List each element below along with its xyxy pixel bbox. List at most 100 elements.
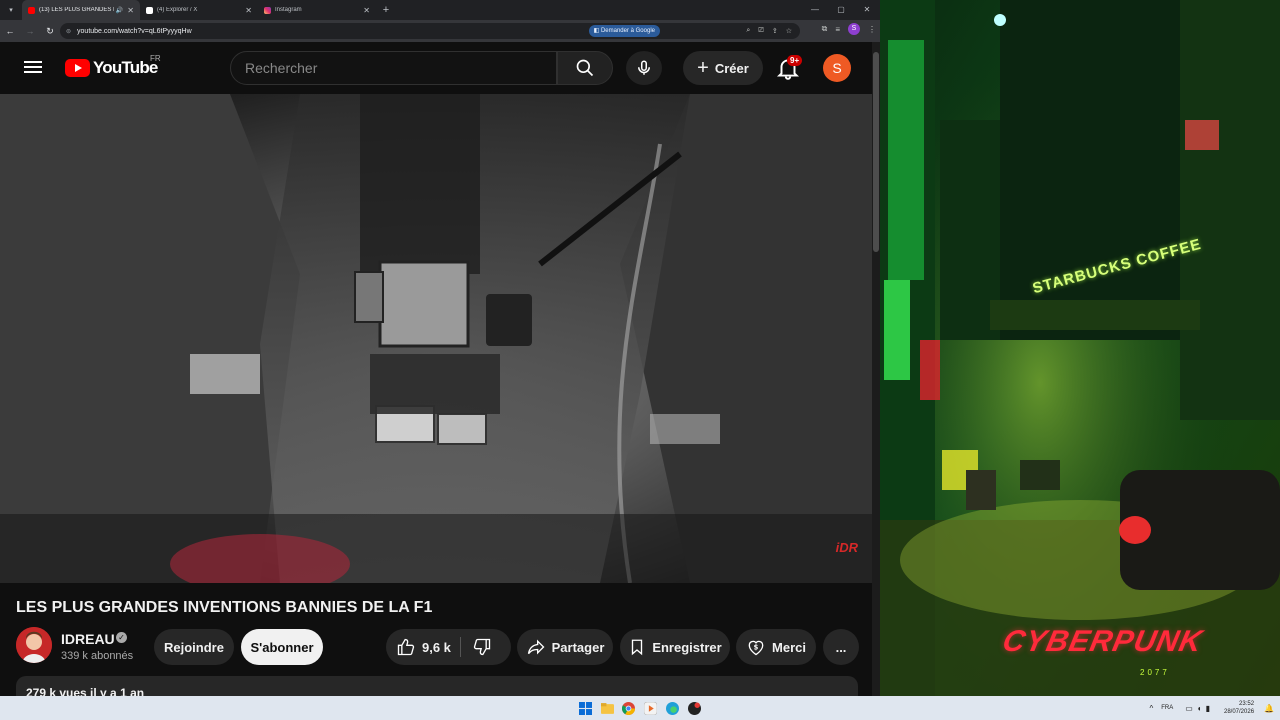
show-hidden-icons-icon[interactable]: ^ [1149, 704, 1153, 713]
thumbs-down-icon [473, 638, 491, 656]
channel-avatar[interactable] [16, 627, 52, 663]
video-title: LES PLUS GRANDES INVENTIONS BANNIES DE L… [16, 599, 433, 616]
save-button[interactable]: Enregistrer [620, 629, 730, 665]
zoom-icon[interactable]: ⌕ [746, 27, 750, 35]
voice-search-button[interactable] [626, 51, 662, 85]
browser-tools: ⧉ ≡ S ⋮ [822, 23, 876, 35]
svg-text:$: $ [754, 644, 759, 652]
channel-watermark: iDR [835, 540, 858, 555]
reload-icon[interactable]: ↻ [40, 26, 60, 37]
desktop-wallpaper [880, 0, 1280, 696]
site-info-icon[interactable]: ⊜ [66, 28, 71, 35]
thanks-label: Merci [772, 639, 806, 655]
share-label: Partager [551, 639, 605, 655]
forward-icon[interactable]: → [20, 26, 40, 36]
tab-title: Instagram [275, 7, 302, 13]
dislike-button[interactable] [472, 637, 498, 660]
close-tab-icon[interactable]: ✕ [245, 6, 252, 15]
search-icon [576, 59, 594, 77]
plus-icon: + [697, 57, 709, 79]
clock-date: 28/07/2026 [1224, 709, 1255, 715]
ask-google-label: Demander à Google [600, 28, 655, 34]
create-button[interactable]: + Créer [683, 51, 763, 85]
like-count: 9,6 k [422, 639, 451, 655]
like-button[interactable]: 9,6 k [396, 637, 451, 657]
profile-avatar[interactable]: S [848, 23, 860, 35]
youtube-favicon-icon [28, 6, 35, 14]
channel-avatar-image [16, 627, 52, 663]
minimize-icon[interactable]: — [802, 0, 828, 20]
tab-title: (13) LES PLUS GRANDES INVENTIONS BANNIES… [39, 7, 114, 13]
thanks-button[interactable]: $ Merci [736, 629, 816, 665]
subscribe-button[interactable]: S'abonner [241, 629, 323, 665]
share-arrow-icon [527, 639, 545, 655]
youtube-header: YouTube FR Rechercher + Créer S [0, 42, 872, 94]
view-count-date: 279 k vues il y a 1 an [26, 686, 145, 696]
close-icon[interactable]: ✕ [854, 0, 880, 20]
page-scrollbar[interactable] [872, 42, 880, 696]
chrome-icon[interactable] [620, 700, 636, 716]
window-controls: — ▢ ✕ [802, 0, 880, 20]
omnibox-actions: ⌕ ⎚ ⇪ ☆ [746, 23, 792, 39]
tab-youtube[interactable]: (13) LES PLUS GRANDES INVENTIONS BANNIES… [22, 0, 140, 20]
bookmark-icon [632, 639, 643, 656]
tab-search-icon[interactable]: ▾ [0, 0, 22, 20]
subscriber-count: 339 k abonnés [61, 650, 134, 662]
install-app-icon[interactable]: ⎚ [758, 27, 764, 35]
new-tab-button[interactable]: + [376, 4, 396, 16]
browser-menu-icon[interactable]: ⋮ [868, 25, 876, 34]
windows-start-icon[interactable] [577, 700, 593, 716]
join-button[interactable]: Rejoindre [154, 629, 234, 665]
tab-x[interactable]: (4) Explorer / X ✕ [140, 0, 258, 20]
system-tray: ^ FRA ▭◖▮ 23:52 28/07/2026 🔔 [1149, 696, 1280, 720]
search-input[interactable]: Rechercher [230, 51, 557, 85]
close-tab-icon[interactable]: ✕ [127, 6, 134, 15]
share-page-icon[interactable]: ⇪ [772, 27, 778, 35]
country-code: FR [150, 54, 161, 63]
network-volume-battery-icon[interactable]: ▭◖▮ [1185, 704, 1214, 713]
instagram-favicon-icon [264, 6, 271, 14]
browser-window: ▾ (13) LES PLUS GRANDES INVENTIONS BANNI… [0, 0, 880, 696]
save-label: Enregistrer [652, 639, 722, 655]
close-tab-icon[interactable]: ✕ [363, 6, 370, 15]
clock[interactable]: 23:52 28/07/2026 [1224, 700, 1254, 716]
account-avatar[interactable]: S [823, 54, 851, 82]
ask-google-button[interactable]: ◧ Demander à Google [588, 25, 660, 37]
video-player[interactable]: iDR [0, 94, 872, 583]
notification-count-badge: 9+ [787, 55, 803, 66]
notifications-center-icon[interactable]: 🔔 [1264, 704, 1274, 713]
search-button[interactable] [557, 51, 613, 85]
file-explorer-icon[interactable] [599, 700, 615, 716]
more-actions-button[interactable]: ... [823, 629, 859, 665]
audio-playing-icon: 🔊 [115, 7, 124, 14]
scroll-thumb[interactable] [873, 52, 879, 252]
heart-dollar-icon: $ [748, 640, 764, 656]
hamburger-menu-icon[interactable] [24, 58, 42, 76]
bookmark-star-icon[interactable]: ☆ [786, 27, 792, 35]
x-favicon-icon [146, 6, 153, 14]
like-separator [460, 637, 461, 657]
back-icon[interactable]: ← [0, 26, 20, 36]
video-frame [0, 94, 872, 583]
cyberpunk-logo-subtitle: 2077 [1140, 668, 1170, 677]
youtube-logo[interactable]: YouTube FR [65, 54, 161, 78]
lens-icon: ◧ [593, 28, 601, 34]
url-text: youtube.com/watch?v=qL6tPyyyqHw [77, 27, 192, 35]
edge-icon[interactable] [664, 700, 680, 716]
cyberpunk-logo: CYBERPUNK [999, 625, 1206, 658]
reading-list-icon[interactable]: ≡ [835, 25, 840, 34]
url-bar[interactable]: ⊜ youtube.com/watch?v=qL6tPyyyqHw ◧ Dema… [60, 23, 800, 39]
description-box[interactable]: 279 k vues il y a 1 an [16, 676, 858, 696]
channel-name[interactable]: IDREAU [61, 631, 115, 647]
tab-instagram[interactable]: Instagram ✕ [258, 0, 376, 20]
maximize-icon[interactable]: ▢ [828, 0, 854, 20]
windows-taskbar: ^ FRA ▭◖▮ 23:52 28/07/2026 🔔 [0, 696, 1280, 720]
like-dislike-group: 9,6 k [386, 629, 511, 665]
youtube-logo-text: YouTube [93, 58, 158, 77]
media-player-icon[interactable] [642, 700, 658, 716]
share-button[interactable]: Partager [517, 629, 613, 665]
language-indicator[interactable]: FRA [1161, 705, 1173, 711]
extensions-icon[interactable]: ⧉ [822, 24, 828, 34]
app-icon[interactable] [686, 700, 702, 716]
tab-title: (4) Explorer / X [157, 7, 198, 13]
